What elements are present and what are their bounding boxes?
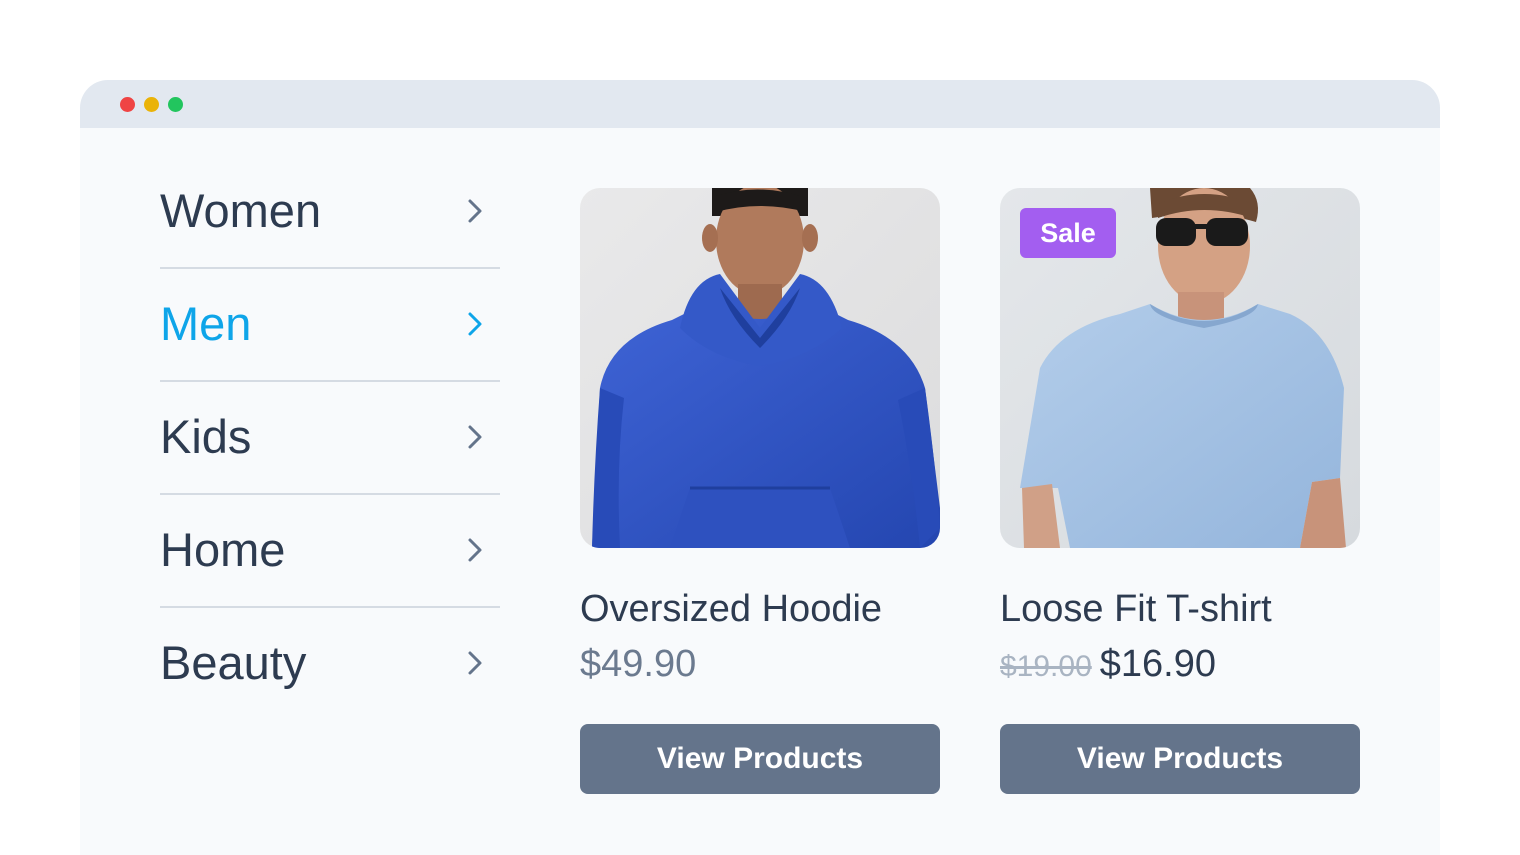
chevron-right-icon (464, 198, 486, 224)
menu-item-label: Men (160, 297, 252, 350)
browser-window: Women Men Kids Home Beauty Oversized Hoo… (80, 80, 1440, 855)
category-menu: Women Men Kids Home Beauty (160, 156, 500, 719)
close-window-dot[interactable] (120, 97, 135, 112)
product-name: Loose Fit T-shirt (1000, 588, 1272, 630)
chevron-right-icon (464, 650, 486, 676)
product-card-hoodie: Oversized Hoodie $49.90 View Products (580, 188, 940, 794)
minimize-window-dot[interactable] (144, 97, 159, 112)
title-bar (80, 80, 1440, 128)
price-row: $19.00 $16.90 (1000, 641, 1216, 690)
sale-price: $16.90 (1099, 643, 1216, 685)
menu-item-beauty[interactable]: Beauty (160, 608, 500, 719)
chevron-right-icon (464, 537, 486, 563)
menu-item-label: Beauty (160, 636, 307, 689)
menu-item-label: Women (160, 184, 322, 237)
sale-badge: Sale (1020, 208, 1116, 258)
menu-item-label: Home (160, 523, 286, 576)
menu-item-kids[interactable]: Kids (160, 382, 500, 495)
view-products-button[interactable]: View Products (580, 724, 940, 794)
product-card-tshirt: Sale Loose Fit T-shirt $19.00 $16.90 View… (1000, 188, 1360, 794)
product-name: Oversized Hoodie (580, 588, 883, 630)
product-image-tshirt[interactable]: Sale (1000, 188, 1360, 548)
product-image-hoodie[interactable] (580, 188, 940, 548)
product-price: $49.90 (580, 643, 697, 685)
chevron-right-icon (464, 424, 486, 450)
maximize-window-dot[interactable] (168, 97, 183, 112)
original-price: $19.00 (1000, 650, 1092, 683)
menu-item-home[interactable]: Home (160, 495, 500, 608)
menu-item-men[interactable]: Men (160, 269, 500, 382)
view-products-button[interactable]: View Products (1000, 724, 1360, 794)
menu-item-women[interactable]: Women (160, 156, 500, 269)
price-row: $49.90 (580, 641, 696, 687)
menu-item-label: Kids (160, 410, 252, 463)
chevron-right-icon (464, 311, 486, 337)
